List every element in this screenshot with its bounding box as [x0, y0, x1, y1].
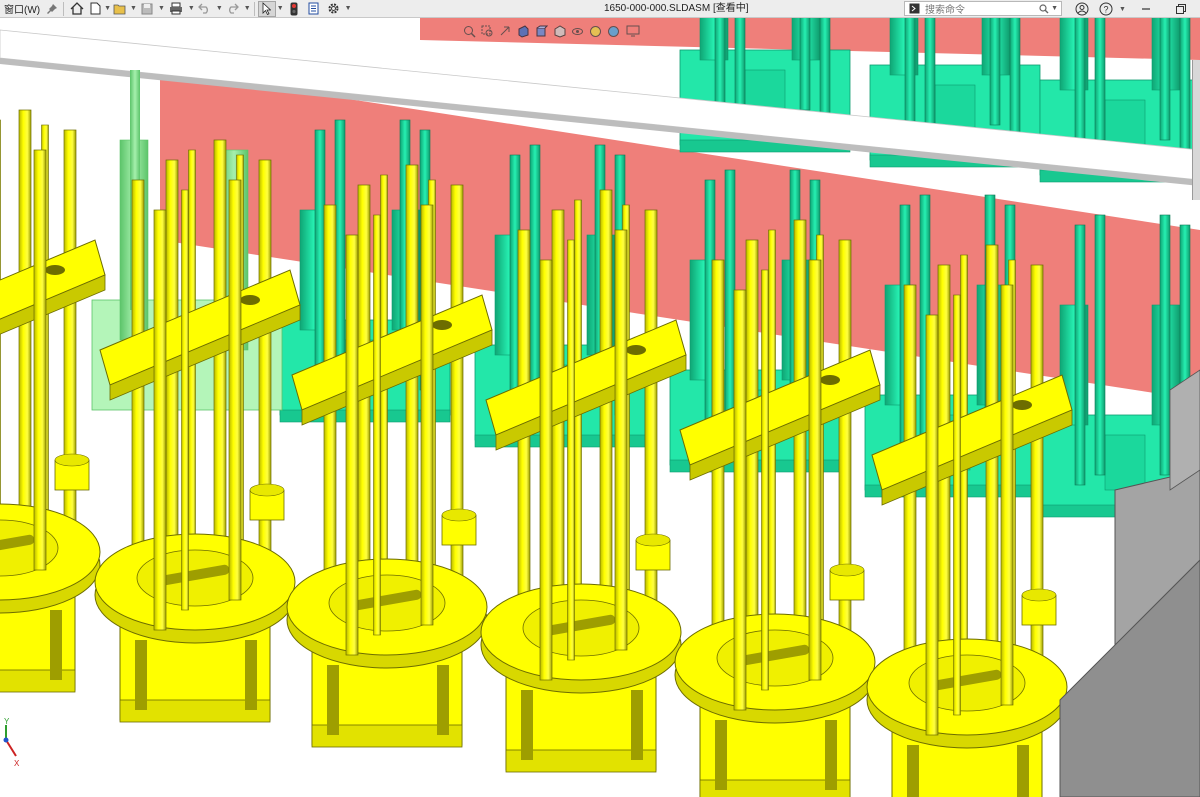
new-document-icon[interactable]	[87, 0, 103, 18]
save-dropdown-icon[interactable]: ▼	[158, 5, 165, 12]
title-right-buttons: ? ▼	[1070, 0, 1196, 18]
heads-up-view-toolbar	[460, 23, 644, 39]
hide-show-items-icon[interactable]	[568, 22, 586, 40]
minimize-icon[interactable]	[1126, 0, 1166, 18]
print-dropdown-icon[interactable]: ▼	[188, 5, 195, 12]
traffic-light-icon[interactable]	[284, 0, 304, 18]
svg-text:?: ?	[1103, 5, 1108, 15]
redo-icon[interactable]	[223, 0, 243, 18]
restore-icon[interactable]	[1166, 0, 1196, 18]
new-dropdown-icon[interactable]: ▼	[104, 5, 111, 12]
search-command-box[interactable]: 搜索命令 ▼	[904, 1, 1062, 16]
triad-y-label: Y	[4, 717, 10, 726]
scene-icon[interactable]	[604, 22, 622, 40]
undo-icon[interactable]	[195, 0, 215, 18]
display-style-icon[interactable]	[550, 22, 568, 40]
options-dropdown-icon[interactable]: ▼	[345, 5, 352, 12]
window-menu[interactable]: 窗口(W)	[0, 1, 44, 16]
search-dropdown-icon[interactable]: ▼	[1051, 5, 1058, 12]
home-icon[interactable]	[67, 0, 87, 18]
save-icon[interactable]	[137, 0, 157, 18]
help-dropdown-icon[interactable]: ▼	[1119, 6, 1126, 13]
view-orientation-icon[interactable]	[532, 22, 550, 40]
user-icon[interactable]	[1070, 0, 1094, 18]
appearance-icon[interactable]	[586, 22, 604, 40]
search-placeholder: 搜索命令	[925, 5, 965, 16]
select-dropdown-icon[interactable]: ▼	[277, 5, 284, 12]
command-prompt-icon	[907, 0, 921, 18]
open-dropdown-icon[interactable]: ▼	[130, 5, 137, 12]
select-arrow-icon[interactable]	[257, 0, 276, 17]
triad-x-label: X	[14, 759, 20, 768]
zoom-area-icon[interactable]	[478, 22, 496, 40]
undo-dropdown-icon[interactable]: ▼	[216, 5, 223, 12]
print-icon[interactable]	[165, 0, 187, 18]
document-title: 1650-000-000.SLDASM [查看中]	[604, 3, 749, 14]
zoom-to-fit-icon[interactable]	[460, 22, 478, 40]
search-icon[interactable]	[1038, 0, 1050, 18]
open-icon[interactable]	[111, 0, 129, 18]
previous-view-icon[interactable]	[496, 22, 514, 40]
toolbar-separator	[253, 1, 255, 16]
task-pane-tabs[interactable]	[1192, 60, 1200, 200]
redo-dropdown-icon[interactable]: ▼	[244, 5, 251, 12]
graphics-viewport[interactable]: Y X	[0, 18, 1200, 797]
section-view-icon[interactable]	[514, 22, 532, 40]
gear-icon[interactable]	[324, 0, 344, 18]
view-settings-icon[interactable]	[622, 22, 644, 40]
pin-icon[interactable]	[44, 0, 60, 18]
file-properties-icon[interactable]	[304, 0, 324, 18]
help-icon[interactable]: ?	[1094, 0, 1118, 18]
toolbar-separator	[63, 1, 65, 16]
